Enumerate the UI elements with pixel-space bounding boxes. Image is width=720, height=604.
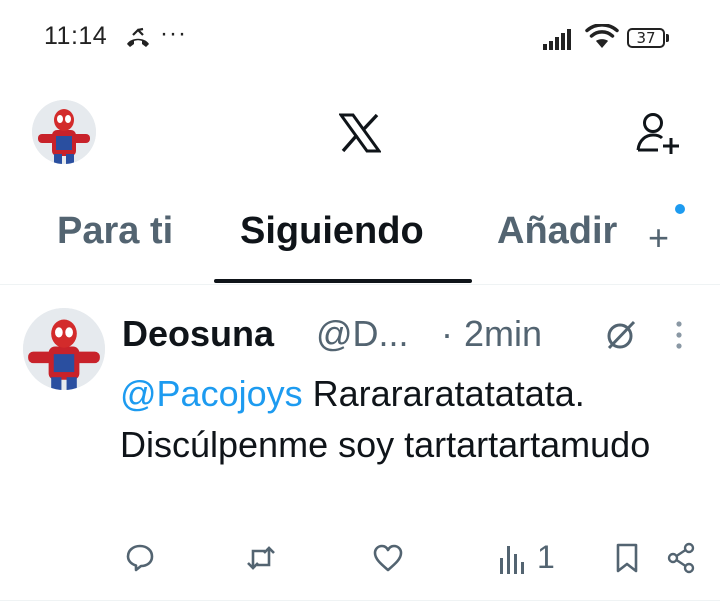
views-icon[interactable] xyxy=(498,544,526,574)
tweet-timestamp[interactable]: 2min xyxy=(464,313,542,355)
grok-icon[interactable] xyxy=(604,318,638,352)
tweet-text: @Pacojoys Rarararatatatata. Discúlpenme … xyxy=(120,368,680,470)
active-tab-indicator xyxy=(214,279,472,283)
reply-icon[interactable] xyxy=(124,542,156,574)
bookmark-icon[interactable] xyxy=(611,542,643,574)
tweet-mention-link[interactable]: @Pacojoys xyxy=(120,373,303,414)
signal-icon xyxy=(543,29,571,50)
plus-icon[interactable]: + xyxy=(648,220,669,256)
x-logo-icon[interactable] xyxy=(339,113,381,153)
profile-avatar[interactable] xyxy=(32,100,96,164)
status-time: 11:14 xyxy=(44,22,108,50)
tweet-meta-separator: · xyxy=(441,313,453,354)
like-icon[interactable] xyxy=(372,542,404,574)
share-icon[interactable] xyxy=(665,542,697,574)
missed-call-icon xyxy=(127,27,149,47)
spiderman-avatar-icon xyxy=(32,100,96,164)
battery-level: 37 xyxy=(627,28,665,48)
retweet-icon[interactable] xyxy=(245,542,277,574)
views-count: 1 xyxy=(537,539,555,575)
notification-dot xyxy=(675,204,685,214)
wifi-icon xyxy=(585,24,619,48)
more-options-icon[interactable] xyxy=(671,318,687,352)
tab-anadir[interactable]: Añadir xyxy=(497,210,617,253)
spiderman-avatar-icon xyxy=(23,308,105,390)
tabs-divider xyxy=(0,284,720,285)
tab-siguiendo[interactable]: Siguiendo xyxy=(240,210,424,253)
tweet-author-avatar[interactable] xyxy=(23,308,105,390)
tweet-author-name[interactable]: Deosuna xyxy=(122,313,274,355)
battery-indicator: 37 xyxy=(627,28,671,50)
battery-tip xyxy=(666,34,669,42)
tab-para-ti[interactable]: Para ti xyxy=(57,210,173,253)
status-more-icon: ··· xyxy=(160,20,187,47)
tweet-divider xyxy=(0,600,720,601)
add-user-icon[interactable] xyxy=(634,110,682,156)
tweet-author-handle[interactable]: @D... xyxy=(316,313,409,355)
